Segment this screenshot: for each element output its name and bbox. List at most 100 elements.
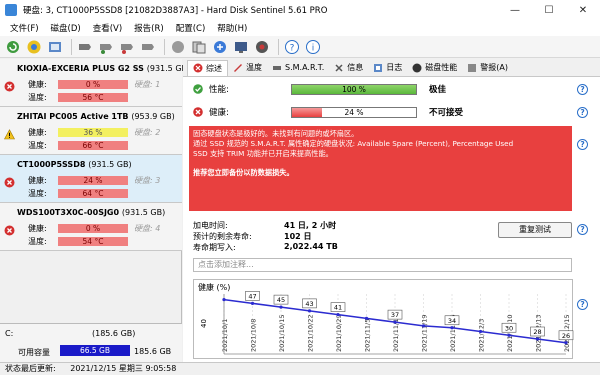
repeat-test-button[interactable]: 重复测试 (498, 222, 572, 238)
menu-file[interactable]: 文件(F) (4, 22, 45, 34)
info-icon[interactable]: i (304, 38, 322, 56)
disk-tool2-icon[interactable] (97, 38, 115, 56)
error-icon (193, 107, 203, 117)
tab-alerts[interactable]: 警报(A) (462, 60, 513, 76)
disk-tool3-icon[interactable] (118, 38, 136, 56)
tab-log[interactable]: 日志 (368, 60, 407, 76)
disk-tool4-icon[interactable] (139, 38, 157, 56)
performance-icon (412, 63, 422, 72)
toolbar-separator (71, 38, 72, 55)
check-icon (193, 84, 203, 94)
status-description: 固态硬盘状态是极好的。未找到有问题的或坏扇区。 通过 SSD 规范的 S.M.A… (189, 126, 572, 211)
disk-item-2[interactable]: ZHITAI PC005 Active 1TB (953.9 GB) 健康: 3… (0, 107, 182, 155)
remote-icon[interactable] (253, 38, 271, 56)
alert-icon (468, 63, 477, 72)
shield-icon[interactable] (169, 38, 187, 56)
disk-name: WDS100T3X0C-00SJG0 (931.5 GB) (17, 208, 166, 217)
chart-x-tick-label: 2021/10/29 (335, 315, 343, 352)
minimize-button[interactable]: — (498, 0, 532, 20)
temp-bar: 64 °C (58, 188, 128, 198)
power-on-label: 加电时间: (193, 221, 228, 230)
volume-item-c[interactable]: C: (185.6 GB) 可用容量 66.5 GB 185.6 GB (0, 323, 182, 363)
comment-input[interactable]: 点击添加注释... (193, 258, 572, 272)
temp-row: 温度: 64 °C (28, 188, 128, 198)
help-icon[interactable]: ? (577, 84, 588, 95)
disk-item-4[interactable]: WDS100T3X0C-00SJG0 (931.5 GB) 健康: 0 % 硬盘… (0, 203, 182, 251)
disk-name: KIOXIA-EXCERIA PLUS G2 SS (931.5 GB) (17, 64, 191, 73)
menu-view[interactable]: 查看(V) (87, 22, 128, 34)
chart-x-tick-label: 2021/10/22 (307, 315, 315, 352)
chart-data-label: 45 (277, 296, 285, 304)
settings-icon[interactable] (232, 38, 250, 56)
tab-performance[interactable]: 磁盘性能 (407, 60, 462, 76)
refresh-icon[interactable] (4, 38, 22, 56)
last-update-value: 2021/12/15 星期三 9:05:58 (70, 364, 177, 373)
chart-point (222, 298, 226, 302)
svg-text:?: ? (290, 43, 295, 53)
chart-x-tick-label: 2021/10/1 (221, 319, 229, 352)
performance-bar: 100 % (291, 83, 417, 95)
maximize-button[interactable]: ☐ (532, 0, 566, 20)
chart-x-tick-label: 2021/12/10 (506, 315, 514, 352)
temp-bar: 66 °C (58, 140, 128, 150)
chart-x-tick-label: 2021/12/3 (478, 319, 486, 352)
title-bar: 硬盘: 3, CT1000P5SSD8 [21082D3887A3] - Har… (0, 0, 600, 20)
health-rating: 不可接受 (429, 108, 464, 118)
remaining-value: 102 日 (284, 232, 312, 241)
health-bar: 0 % (58, 79, 128, 89)
error-icon (4, 81, 15, 92)
tab-info[interactable]: 信息 (329, 60, 368, 76)
toolbar-separator (164, 38, 165, 55)
chart-point (450, 326, 454, 330)
menu-config[interactable]: 配置(C) (170, 22, 212, 34)
health-bar: 36 % (58, 127, 128, 137)
help-icon[interactable]: ? (577, 224, 588, 235)
report-icon[interactable] (46, 38, 64, 56)
chart-point (535, 337, 540, 341)
health-row: 健康: 24 % 硬盘: 3 (28, 175, 161, 185)
volume-capacity: (185.6 GB) (92, 329, 136, 338)
chart-data-label: 30 (505, 324, 513, 332)
menu-report[interactable]: 报告(R) (128, 22, 170, 34)
chart-x-tick-label: 2021/11/5 (364, 319, 372, 352)
smart-icon (273, 65, 281, 70)
health-bar: 24 % (291, 106, 417, 118)
chart-data-label: 43 (305, 300, 313, 308)
chart-point (336, 313, 340, 317)
chart-point (393, 320, 397, 324)
close-button[interactable]: ✕ (566, 0, 600, 20)
chart-x-tick-label: 2021/11/19 (421, 315, 429, 352)
chart-data-label: 41 (334, 304, 342, 312)
help-icon[interactable]: ? (577, 107, 588, 118)
alert-icon[interactable] (25, 38, 43, 56)
chart-data-label: 28 (533, 328, 541, 336)
tab-temperature[interactable]: 温度 (228, 60, 267, 76)
performance-row: 性能: 100 % 极佳 (193, 82, 446, 96)
disk-tool-icon[interactable] (76, 38, 94, 56)
tab-smart[interactable]: S.M.A.R.T. (267, 60, 329, 76)
remaining-label: 预计的剩余寿命: (193, 232, 252, 241)
tab-overview[interactable]: 综述 (187, 59, 228, 76)
recommendation: 推荐您立即备份以防数据损失。 (193, 168, 294, 177)
disk-item-1[interactable]: KIOXIA-EXCERIA PLUS G2 SS (931.5 GB) 健康:… (0, 59, 190, 107)
menu-help[interactable]: 帮助(H) (211, 22, 253, 34)
free-space-bar: 66.5 GB (60, 345, 130, 356)
health-chart: 健康 (%) 40 2021/10/1 2021/10/8 2021/10/15 2021… (193, 279, 574, 359)
disk-item-3[interactable]: CT1000P5SSD8 (931.5 GB) 健康: 24 % 硬盘: 3 温… (0, 155, 182, 203)
last-update-label: 状态最后更新: (5, 364, 56, 373)
menu-bar: 文件(F) 磁盘(D) 查看(V) 报告(R) 配置(C) 帮助(H) (0, 20, 600, 36)
temp-row: 温度: 56 °C (28, 92, 128, 102)
health-row: 健康: 24 % 不可接受 (193, 105, 463, 119)
menu-disk[interactable]: 磁盘(D) (45, 22, 87, 34)
chart-x-tick-label: 2021/10/15 (278, 315, 286, 352)
help-icon[interactable]: ? (577, 139, 588, 150)
copy-icon[interactable] (190, 38, 208, 56)
help-icon[interactable]: ? (283, 38, 301, 56)
chart-point (364, 316, 369, 320)
status-bar: 状态最后更新: 2021/12/15 星期三 9:05:58 (0, 362, 600, 375)
help-icon[interactable]: ? (577, 299, 588, 310)
update-icon[interactable] (211, 38, 229, 56)
power-on-value: 41 日, 2 小时 (284, 221, 337, 230)
toolbar: ? i (0, 36, 600, 58)
chart-point (307, 309, 312, 313)
